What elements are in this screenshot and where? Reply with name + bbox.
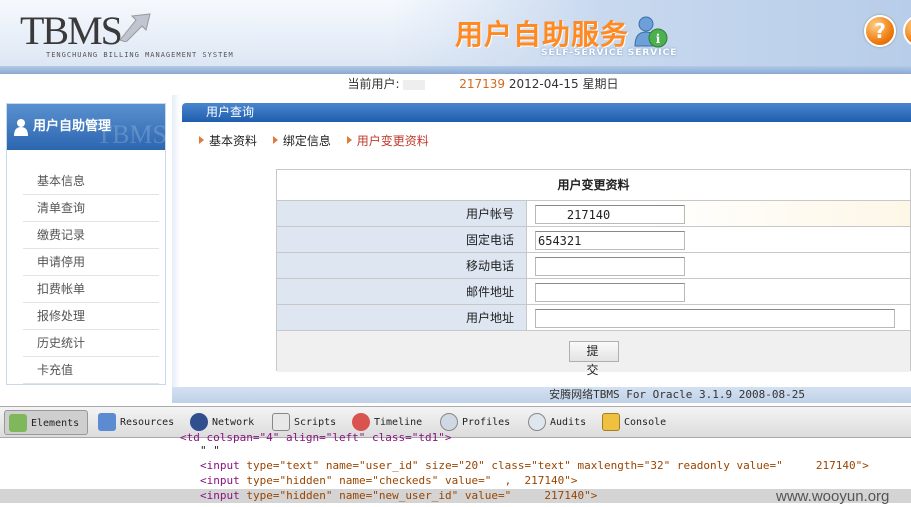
sidebar-item-charge-bill[interactable]: 扣费帐单 (23, 276, 159, 303)
sidebar-menu: 基本信息 清单查询 缴费记录 申请停用 扣费帐单 报修处理 历史统计 卡充值 (7, 150, 165, 384)
tab-change-profile[interactable]: 用户变更资料 (346, 132, 429, 149)
mobile-field[interactable] (535, 257, 685, 276)
form-row-landline: 固定电话 (277, 227, 910, 253)
form-row-email: 邮件地址 (277, 279, 910, 305)
email-field[interactable] (535, 283, 685, 302)
submit-button[interactable]: 提 交 (568, 341, 619, 377)
svg-text:i: i (656, 32, 661, 46)
devtools-toolbar: Elements Resources Network Scripts Timel… (0, 406, 911, 438)
dom-line-input-user-id[interactable]: <input type="text" name="user_id" size="… (200, 459, 869, 473)
tab-basic-profile[interactable]: 基本资料 (199, 132, 257, 149)
resources-icon (98, 413, 116, 431)
triangle-right-icon (199, 136, 204, 144)
logo-arrow-icon (119, 13, 151, 42)
form-row-account: 用户帐号 (277, 201, 910, 227)
devtools-tab-resources[interactable]: Resources (94, 410, 174, 435)
logo-subtitle: TENGCHUANG BILLING MANAGEMENT SYSTEM (46, 51, 234, 59)
elements-icon (9, 414, 27, 432)
network-icon (190, 413, 208, 431)
service-subtitle: SELF-SERVICE SERVICE (541, 48, 678, 58)
sidebar-item-bill-query[interactable]: 清单查询 (23, 195, 159, 222)
email-label: 邮件地址 (277, 279, 527, 304)
form-row-mobile: 移动电话 (277, 253, 910, 279)
header-stripe (0, 66, 911, 74)
form-row-address: 用户地址 (277, 305, 910, 331)
sidebar-item-payment-records[interactable]: 缴费记录 (23, 222, 159, 249)
sidebar: 用户自助管理 TBMS 基本信息 清单查询 缴费记录 申请停用 扣费帐单 报修处… (6, 103, 166, 385)
app-header: TBMS TENGCHUANG BILLING MANAGEMENT SYSTE… (0, 0, 911, 74)
address-field[interactable] (535, 309, 895, 328)
form-title: 用户变更资料 (277, 170, 910, 201)
panel-title: 用户查询 (182, 103, 911, 122)
audits-icon (528, 413, 546, 431)
triangle-right-icon (272, 136, 278, 144)
dom-line-text-node[interactable]: " " (200, 444, 220, 458)
current-user-bar: 当前用户: 217139 2012-04-15 星期日 (0, 74, 911, 94)
tab-binding-info[interactable]: 绑定信息 (272, 132, 331, 149)
service-title: 用户自助服务 (455, 18, 630, 51)
change-profile-form: 用户变更资料 用户帐号 固定电话 移动电话 邮件地址 用户地址 提 交 (276, 169, 911, 377)
account-field[interactable] (535, 205, 685, 224)
address-label: 用户地址 (277, 305, 527, 330)
info-person-icon: i (634, 16, 668, 48)
main-panel-edge (172, 95, 180, 390)
mobile-label: 移动电话 (277, 253, 527, 278)
dom-tree-panel: <td colspan="4" align="left" class="td1"… (0, 431, 911, 507)
sidebar-item-apply-suspend[interactable]: 申请停用 (23, 249, 159, 276)
sidebar-watermark: TBMS (96, 120, 165, 149)
landline-label: 固定电话 (277, 227, 527, 252)
current-user-id: 217139 (459, 77, 506, 91)
triangle-right-icon (346, 136, 352, 144)
help-icon[interactable]: ? (864, 15, 896, 47)
devtools-tab-elements[interactable]: Elements (4, 410, 88, 435)
sidebar-item-card-recharge[interactable]: 卡充值 (23, 357, 159, 384)
sidebar-item-repair[interactable]: 报修处理 (23, 303, 159, 330)
logo-text: TBMS (20, 8, 123, 53)
sidebar-item-history-stats[interactable]: 历史统计 (23, 330, 159, 357)
user-icon (14, 119, 28, 136)
dom-line-input-checkeds[interactable]: <input type="hidden" name="checkeds" val… (200, 474, 578, 488)
dom-line-td[interactable]: <td colspan="4" align="left" class="td1"… (180, 431, 452, 445)
current-weekday: 星期日 (582, 77, 619, 91)
redacted-username (403, 79, 426, 90)
form-actions: 提 交 (277, 331, 910, 377)
profiles-icon (440, 413, 458, 431)
devtools-tab-console[interactable]: Console (598, 410, 666, 435)
current-date: 2012-04-15 (508, 77, 579, 91)
sidebar-item-basic-info[interactable]: 基本信息 (23, 168, 159, 195)
devtools-tab-audits[interactable]: Audits (524, 410, 586, 435)
dom-line-input-new-user-id[interactable]: <input type="hidden" name="new_user_id" … (0, 489, 911, 503)
sidebar-header: 用户自助管理 TBMS (7, 104, 165, 150)
footer-version: 安腾网络TBMS For Oracle 3.1.9 2008-08-25 (172, 387, 911, 403)
timeline-icon (352, 413, 370, 431)
console-icon (602, 413, 620, 431)
sub-tabs: 基本资料 绑定信息 用户变更资料 (199, 132, 441, 149)
site-watermark: www.wooyun.org (776, 488, 890, 505)
scripts-icon (272, 413, 290, 431)
current-user-label: 当前用户: (347, 77, 400, 91)
landline-field[interactable] (535, 231, 685, 250)
account-label: 用户帐号 (277, 201, 527, 226)
